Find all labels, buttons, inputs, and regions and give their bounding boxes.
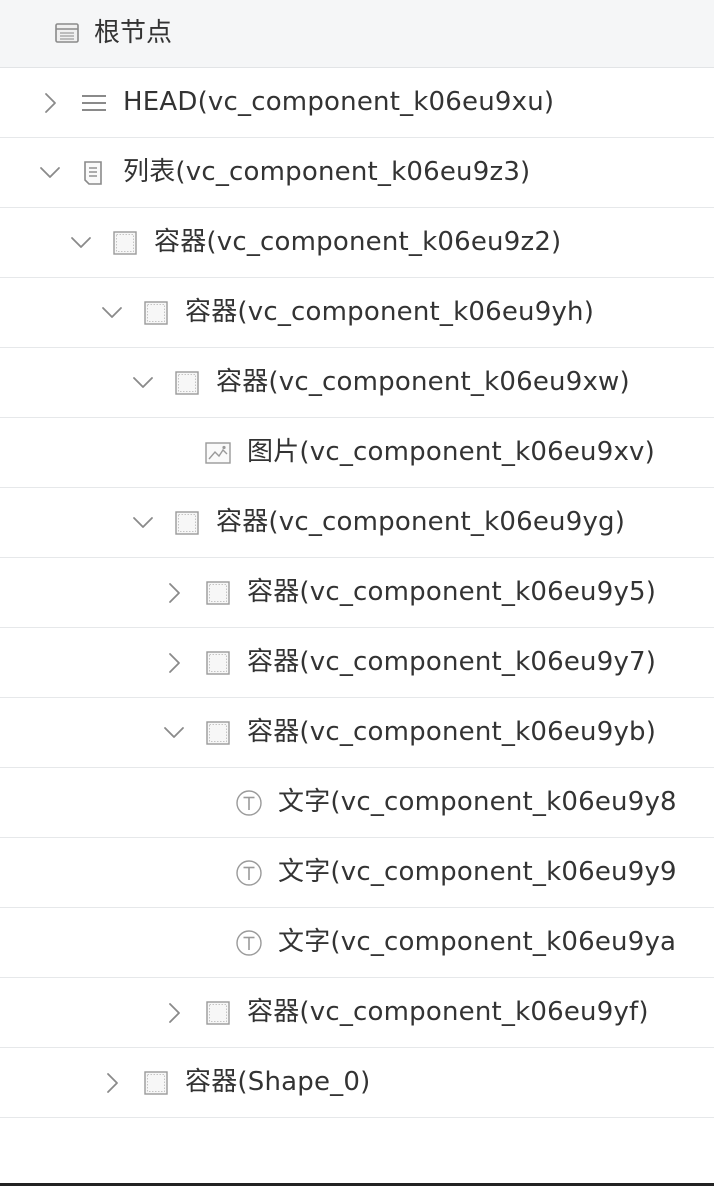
tree-node-label: HEAD(vc_component_k06eu9xu) (123, 87, 555, 117)
tree-node-label: 容器(vc_component_k06eu9yh) (185, 297, 595, 327)
tree-node-row[interactable]: 容器(vc_component_k06eu9z2) (0, 208, 714, 278)
tree-node-row[interactable]: 列表(vc_component_k06eu9z3) (0, 138, 714, 208)
component-tree: HEAD(vc_component_k06eu9xu) 列表(vc_compone… (0, 68, 714, 1118)
chevron-right-icon[interactable] (162, 651, 186, 675)
tree-node-label: 容器(vc_component_k06eu9xw) (216, 367, 630, 397)
text-icon (236, 790, 262, 816)
tree-node-label: 容器(vc_component_k06eu9z2) (154, 227, 562, 257)
container-icon (113, 231, 137, 255)
tree-node-row[interactable]: 容器(vc_component_k06eu9yb) (0, 698, 714, 768)
container-icon (175, 371, 199, 395)
tree-node-row[interactable]: 容器(vc_component_k06eu9yf) (0, 978, 714, 1048)
tree-node-row[interactable]: 容器(vc_component_k06eu9y5) (0, 558, 714, 628)
panel-icon (55, 23, 79, 43)
tree-node-row[interactable]: HEAD(vc_component_k06eu9xu) (0, 68, 714, 138)
chevron-right-icon[interactable] (162, 581, 186, 605)
tree-node-row[interactable]: 文字(vc_component_k06eu9ya (0, 908, 714, 978)
chevron-right-icon[interactable] (162, 1001, 186, 1025)
container-icon (144, 1071, 168, 1095)
container-icon (206, 1001, 230, 1025)
chevron-down-icon[interactable] (69, 231, 93, 255)
document-icon (84, 161, 102, 185)
tree-node-row[interactable]: 容器(vc_component_k06eu9yh) (0, 278, 714, 348)
chevron-right-icon[interactable] (38, 91, 62, 115)
tree-node-row[interactable]: 容器(vc_component_k06eu9y7) (0, 628, 714, 698)
tree-node-label: 容器(Shape_0) (185, 1067, 371, 1097)
chevron-down-icon[interactable] (162, 721, 186, 745)
container-icon (206, 651, 230, 675)
image-icon (205, 442, 231, 464)
tree-node-label: 容器(vc_component_k06eu9y7) (247, 647, 657, 677)
tree-node-label: 文字(vc_component_k06eu9y9 (278, 857, 677, 887)
chevron-down-icon[interactable] (131, 371, 155, 395)
tree-root-header[interactable]: 根节点 (0, 0, 714, 68)
tree-node-row[interactable]: 图片(vc_component_k06eu9xv) (0, 418, 714, 488)
tree-node-label: 容器(vc_component_k06eu9yb) (247, 717, 657, 747)
container-icon (175, 511, 199, 535)
chevron-right-icon[interactable] (100, 1071, 124, 1095)
root-node-label: 根节点 (94, 18, 173, 48)
tree-node-row[interactable]: 容器(Shape_0) (0, 1048, 714, 1118)
chevron-down-icon[interactable] (38, 161, 62, 185)
tree-node-row[interactable]: 文字(vc_component_k06eu9y8 (0, 768, 714, 838)
chevron-down-icon[interactable] (131, 511, 155, 535)
tree-node-label: 文字(vc_component_k06eu9ya (278, 927, 677, 957)
tree-node-label: 容器(vc_component_k06eu9y5) (247, 577, 657, 607)
container-icon (144, 301, 168, 325)
tree-node-label: 列表(vc_component_k06eu9z3) (123, 157, 531, 187)
text-icon (236, 860, 262, 886)
tree-node-row[interactable]: 文字(vc_component_k06eu9y9 (0, 838, 714, 908)
list-lines-icon (82, 95, 106, 111)
text-icon (236, 930, 262, 956)
chevron-down-icon[interactable] (100, 301, 124, 325)
tree-node-label: 容器(vc_component_k06eu9yg) (216, 507, 626, 537)
tree-node-label: 图片(vc_component_k06eu9xv) (247, 437, 655, 467)
tree-node-label: 容器(vc_component_k06eu9yf) (247, 997, 649, 1027)
tree-node-label: 文字(vc_component_k06eu9y8 (278, 787, 677, 817)
container-icon (206, 581, 230, 605)
container-icon (206, 721, 230, 745)
tree-node-row[interactable]: 容器(vc_component_k06eu9yg) (0, 488, 714, 558)
tree-node-row[interactable]: 容器(vc_component_k06eu9xw) (0, 348, 714, 418)
